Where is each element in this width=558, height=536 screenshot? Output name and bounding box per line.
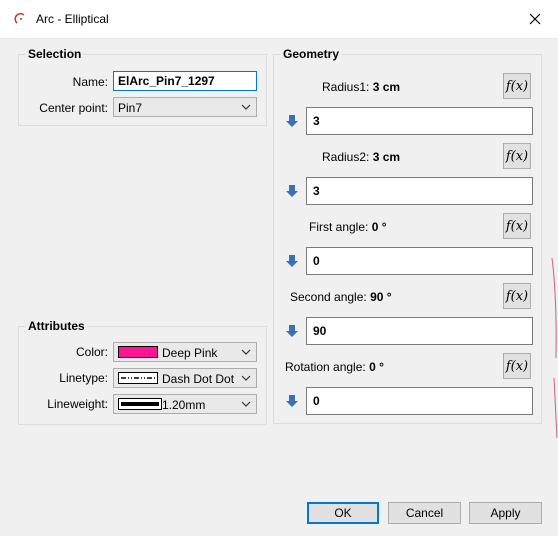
radius1-fx-button[interactable]: f(x) <box>503 73 531 99</box>
second-angle-label-text: Second angle: <box>290 290 367 304</box>
lineweight-label: Lineweight: <box>47 397 108 411</box>
radius2-label-text: Radius2: <box>322 150 370 164</box>
second-angle-label: Second angle: 90 ° <box>290 290 392 304</box>
ok-button[interactable]: OK <box>307 502 379 524</box>
first-angle-fx-button[interactable]: f(x) <box>503 213 531 239</box>
radius1-label: Radius1: 3 cm <box>322 80 400 94</box>
center-point-select[interactable]: Pin7 <box>113 97 257 117</box>
background-canvas-edge <box>551 257 558 439</box>
linetype-value: Dash Dot Dot <box>162 372 235 386</box>
rotation-angle-input[interactable]: 0 <box>306 387 533 415</box>
rotation-angle-label: Rotation angle: 0 ° <box>285 360 384 374</box>
rotation-angle-label-text: Rotation angle: <box>285 360 366 374</box>
first-angle-current: 0 ° <box>371 220 387 234</box>
close-icon <box>529 13 541 25</box>
rotation-angle-current: 0 ° <box>369 360 384 374</box>
radius1-input-value: 3 <box>313 114 320 128</box>
function-icon: f(x) <box>505 148 529 164</box>
radius2-input-value: 3 <box>313 184 320 198</box>
name-input[interactable]: ElArc_Pin7_1297 <box>113 71 257 91</box>
chevron-down-icon <box>241 375 251 381</box>
lineweight-select[interactable]: 1.20mm <box>113 394 257 414</box>
attributes-title: Attributes <box>26 319 87 333</box>
second-angle-current: 90 ° <box>370 290 392 304</box>
arrow-down-icon[interactable] <box>285 324 299 338</box>
arrow-down-icon[interactable] <box>285 394 299 408</box>
first-angle-label-text: First angle: <box>309 220 369 234</box>
radius2-label: Radius2: 3 cm <box>322 150 400 164</box>
linetype-label: Linetype: <box>59 371 108 385</box>
radius1-current: 3 cm <box>372 80 401 94</box>
second-angle-input-value: 90 <box>313 324 327 338</box>
function-icon: f(x) <box>505 218 529 234</box>
color-select[interactable]: Deep Pink <box>113 342 257 362</box>
selection-title: Selection <box>26 47 84 61</box>
radius2-current: 3 cm <box>372 150 401 164</box>
center-point-value: Pin7 <box>118 101 143 115</box>
arrow-down-icon[interactable] <box>285 184 299 198</box>
function-icon: f(x) <box>505 358 529 374</box>
color-swatch <box>118 346 158 358</box>
radius2-input[interactable]: 3 <box>306 177 533 205</box>
rotation-angle-input-value: 0 <box>313 394 320 408</box>
name-label: Name: <box>72 75 108 89</box>
dash-dot-dot-line-icon <box>118 372 158 384</box>
radius1-label-text: Radius1: <box>322 80 370 94</box>
color-label: Color: <box>75 345 108 359</box>
radius2-fx-button[interactable]: f(x) <box>503 143 531 169</box>
window-title: Arc - Elliptical <box>36 12 109 26</box>
rotation-angle-fx-button[interactable]: f(x) <box>503 353 531 379</box>
second-angle-input[interactable]: 90 <box>306 317 533 345</box>
arrow-down-icon[interactable] <box>285 114 299 128</box>
arrow-down-icon[interactable] <box>285 254 299 268</box>
function-icon: f(x) <box>505 288 529 304</box>
center-point-label: Center point: <box>39 101 108 115</box>
color-value: Deep Pink <box>162 346 218 360</box>
geometry-title: Geometry <box>281 47 342 61</box>
close-button[interactable] <box>512 0 558 38</box>
linetype-select[interactable]: Dash Dot Dot <box>113 368 257 388</box>
apply-button[interactable]: Apply <box>469 502 542 524</box>
function-icon: f(x) <box>505 78 529 94</box>
lineweight-line-icon <box>118 398 162 410</box>
first-angle-input[interactable]: 0 <box>306 247 533 275</box>
lineweight-value: 1.20mm <box>162 398 206 412</box>
first-angle-input-value: 0 <box>313 254 320 268</box>
second-angle-fx-button[interactable]: f(x) <box>503 283 531 309</box>
title-bar: Arc - Elliptical <box>0 0 558 39</box>
name-value: ElArc_Pin7_1297 <box>118 74 215 88</box>
cancel-button[interactable]: Cancel <box>388 502 461 524</box>
chevron-down-icon <box>241 349 251 355</box>
chevron-down-icon <box>241 401 251 407</box>
first-angle-label: First angle: 0 ° <box>309 220 387 234</box>
radius1-input[interactable]: 3 <box>306 107 533 135</box>
chevron-down-icon <box>241 104 251 110</box>
arc-icon <box>14 12 25 24</box>
